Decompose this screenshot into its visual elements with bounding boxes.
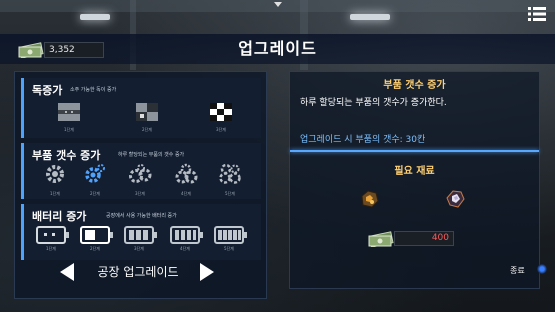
level-label: 5단계 [225,191,235,196]
section-desc: 하루 할당되는 부품의 갯수 증가 [118,152,185,158]
menu-icon[interactable] [528,6,546,22]
detail-title: 부품 갯수 증가 [383,80,446,91]
battery-icon [36,226,69,244]
dock-icon [58,103,80,121]
gear-icon [129,164,152,183]
level-label: 2단계 [90,246,100,251]
prev-arrow-button[interactable] [60,263,74,281]
battery-icon [80,226,113,244]
section-desc: 공장에서 사용 가능한 배터리 증가 [106,213,177,219]
level-item[interactable]: 5단계 [214,226,247,252]
level-item[interactable]: 2단계 [136,103,158,133]
level-label: 1단계 [46,246,56,251]
level-item[interactable]: 1단계 [36,226,69,252]
detail-stat: 업그레이드 시 부품의 갯수: 30칸 [300,135,426,145]
dock-icon [136,103,158,121]
gear-icon [85,164,105,183]
level-label: 2단계 [90,191,100,196]
dock-icon [210,103,232,121]
level-label: 4단계 [181,191,191,196]
level-item[interactable]: 3단계 [124,226,157,252]
level-label: 3단계 [216,127,226,132]
upgrade-cost: 400 [394,231,454,246]
ore-material-icon [361,190,379,208]
money-icon [368,231,394,247]
level-label: 4단계 [180,246,190,251]
level-item[interactable]: 2단계 [84,163,106,197]
battery-icon [170,226,203,244]
crystal-material-icon [446,190,465,208]
level-label: 3단계 [135,191,145,196]
battery-icon [124,226,157,244]
section-desc: 소주 가능한 독이 증가 [70,87,117,93]
level-item[interactable]: 1단계 [58,103,80,133]
level-item[interactable]: 2단계 [80,226,113,252]
upgrade-detail-panel: 부품 갯수 증가 하루 할당되는 부품의 갯수가 증가한다. 업그레이드 시 부… [289,71,540,289]
upgrade-section-battery[interactable]: 배터리 증가 공장에서 사용 가능한 배터리 증가 1단계 2단계 3단계 4단… [21,204,261,260]
category-label: 공장 업그레이드 [97,265,179,279]
gear-icon [46,165,64,183]
section-title: 독증가 [32,84,63,97]
chevron-down-icon [274,2,282,7]
ceiling-lamp [350,14,390,20]
detail-description: 하루 할당되는 부품의 갯수가 증가한다. [300,98,447,108]
level-item[interactable]: 4단계 [174,163,198,197]
upgrade-section-dock[interactable]: 독증가 소주 가능한 독이 증가 1단계 2단계 3단계 [21,78,261,138]
level-item[interactable]: 5단계 [218,163,242,197]
page-title: 업그레이드 [238,39,317,58]
level-label: 3단계 [134,246,144,251]
required-materials-title: 필요 재료 [394,166,435,177]
level-label: 1단계 [64,127,74,132]
level-item[interactable]: 1단계 [44,163,66,197]
section-title: 배터리 증가 [32,210,87,223]
level-item[interactable]: 3단계 [128,163,152,197]
upgrade-section-parts[interactable]: 부품 갯수 증가 하루 할당되는 부품의 갯수 증가 1단계 2단계 3단계 4… [21,143,261,199]
exit-label[interactable]: 종료 [510,265,525,276]
exit-button[interactable] [537,264,547,274]
level-label: 5단계 [224,246,234,251]
level-item[interactable]: 4단계 [170,226,203,252]
section-title: 부품 갯수 증가 [32,149,101,162]
divider [290,150,539,152]
level-label: 1단계 [50,191,60,196]
level-item[interactable]: 3단계 [210,103,232,133]
gear-icon [175,163,198,184]
battery-icon [214,226,247,244]
ceiling-lamp [80,14,110,20]
level-label: 2단계 [142,127,152,132]
next-arrow-button[interactable] [200,263,214,281]
gear-icon [219,163,241,184]
